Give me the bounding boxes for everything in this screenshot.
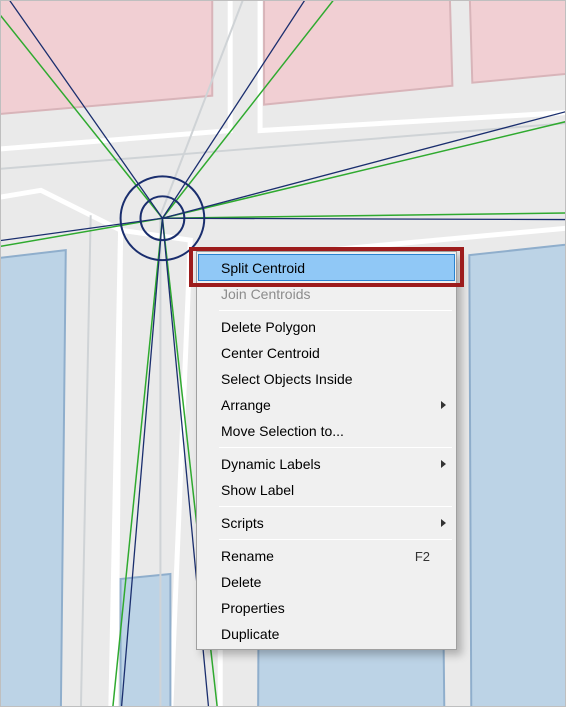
chevron-right-icon [441, 460, 446, 468]
menu-item-label: Split Centroid [221, 260, 305, 276]
menu-item-scripts[interactable]: Scripts [199, 510, 454, 536]
menu-divider [219, 310, 452, 311]
menu-item-label: Scripts [221, 515, 264, 531]
menu-item-label: Rename [221, 548, 274, 564]
menu-item-delete-polygon[interactable]: Delete Polygon [199, 314, 454, 340]
menu-item-join-centroids[interactable]: Join Centroids [199, 281, 454, 307]
menu-item-label: Duplicate [221, 626, 279, 642]
chevron-right-icon [441, 401, 446, 409]
chevron-right-icon [441, 519, 446, 527]
menu-item-dynamic-labels[interactable]: Dynamic Labels [199, 451, 454, 477]
menu-item-label: Delete [221, 574, 261, 590]
menu-item-label: Dynamic Labels [221, 456, 321, 472]
menu-item-label: Select Objects Inside [221, 371, 353, 387]
menu-item-label: Join Centroids [221, 286, 311, 302]
menu-item-move-selection-to[interactable]: Move Selection to... [199, 418, 454, 444]
menu-item-label: Delete Polygon [221, 319, 316, 335]
menu-item-label: Show Label [221, 482, 294, 498]
context-menu: Split Centroid Join Centroids Delete Pol… [196, 251, 457, 650]
menu-item-label: Properties [221, 600, 285, 616]
menu-item-delete[interactable]: Delete [199, 569, 454, 595]
menu-item-duplicate[interactable]: Duplicate [199, 621, 454, 647]
menu-item-label: Arrange [221, 397, 271, 413]
menu-item-arrange[interactable]: Arrange [199, 392, 454, 418]
menu-item-rename[interactable]: Rename F2 [199, 543, 454, 569]
menu-item-show-label[interactable]: Show Label [199, 477, 454, 503]
menu-divider [219, 506, 452, 507]
menu-item-label: Center Centroid [221, 345, 320, 361]
menu-item-split-centroid[interactable]: Split Centroid [198, 254, 455, 281]
menu-item-center-centroid[interactable]: Center Centroid [199, 340, 454, 366]
menu-item-shortcut: F2 [415, 549, 430, 564]
menu-item-select-objects-inside[interactable]: Select Objects Inside [199, 366, 454, 392]
menu-divider [219, 447, 452, 448]
menu-divider [219, 539, 452, 540]
menu-item-label: Move Selection to... [221, 423, 344, 439]
menu-item-properties[interactable]: Properties [199, 595, 454, 621]
